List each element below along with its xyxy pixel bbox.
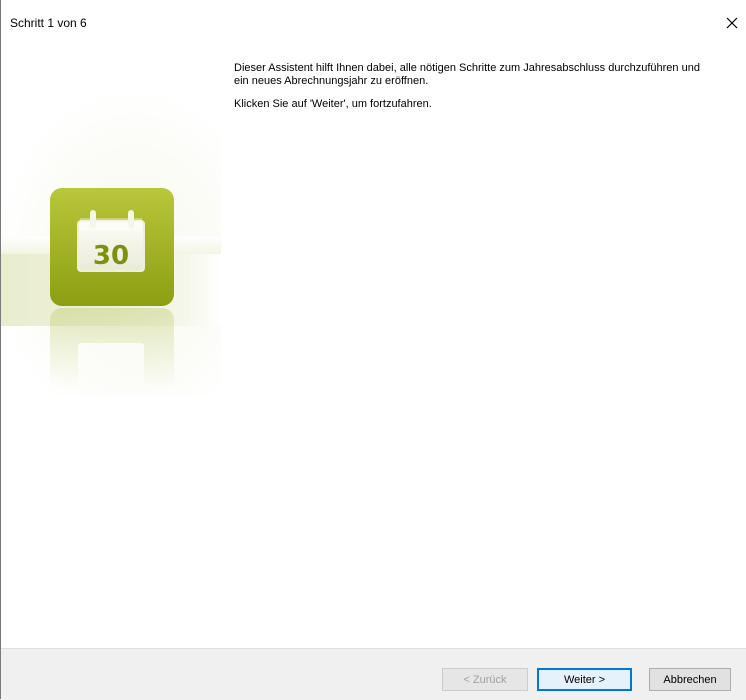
close-icon [726,17,738,29]
close-button[interactable] [718,10,746,36]
calendar-reflection [50,308,174,388]
cancel-button[interactable]: Abbrechen [649,668,731,691]
wizard-side-panel: 30 [1,36,221,620]
back-button[interactable]: < Zurück [442,668,528,691]
button-bar: < Zurück Weiter > Abbrechen [1,648,746,700]
next-button[interactable]: Weiter > [537,668,632,691]
title-bar: Schritt 1 von 6 [1,0,746,36]
wizard-dialog: Schritt 1 von 6 30 Dieser Assistent hilf… [0,0,746,700]
instruction-text: Klicken Sie auf 'Weiter', um fortzufahre… [234,98,432,110]
calendar-icon: 30 [50,188,174,306]
wizard-content: Dieser Assistent hilft Ihnen dabei, alle… [234,62,724,121]
calendar-day-number: 30 [93,241,129,271]
intro-text: Dieser Assistent hilft Ihnen dabei, alle… [234,62,700,87]
window-title: Schritt 1 von 6 [10,16,87,30]
